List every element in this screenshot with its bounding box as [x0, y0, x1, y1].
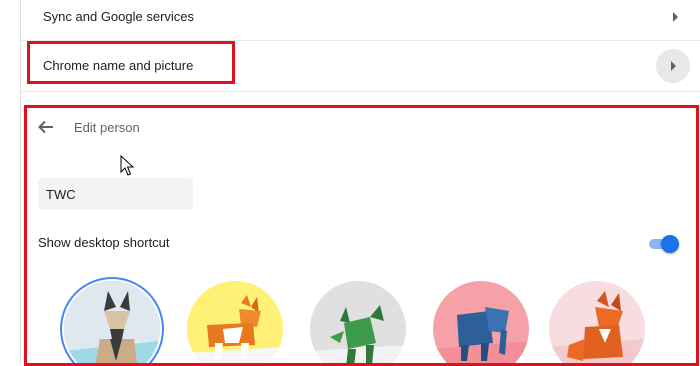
- origami-fox-icon: [549, 281, 645, 363]
- show-desktop-shortcut-label: Show desktop shortcut: [38, 235, 170, 250]
- edit-person-title: Edit person: [74, 120, 140, 135]
- mouse-pointer-icon: [120, 155, 134, 176]
- sync-and-google-services-row[interactable]: Sync and Google services: [21, 0, 700, 41]
- chevron-right-icon: [671, 61, 676, 71]
- origami-corgi-icon: [187, 281, 283, 363]
- person-name-input[interactable]: [38, 178, 193, 210]
- avatar-option-corgi[interactable]: [187, 281, 283, 363]
- expand-button[interactable]: [656, 49, 690, 83]
- name-row-label: Chrome name and picture: [43, 58, 194, 73]
- show-desktop-shortcut-toggle[interactable]: [647, 235, 679, 253]
- chrome-name-and-picture-row[interactable]: Chrome name and picture: [21, 41, 700, 92]
- avatar-option-elephant[interactable]: [433, 281, 529, 363]
- avatar-option-fox[interactable]: [549, 281, 645, 363]
- avatar-option-cat[interactable]: [64, 281, 160, 363]
- avatar-option-dragon[interactable]: [310, 281, 406, 363]
- chevron-right-icon: [673, 12, 678, 22]
- back-arrow-icon[interactable]: [37, 118, 55, 136]
- origami-elephant-icon: [433, 281, 529, 363]
- left-gutter: [0, 0, 21, 365]
- toggle-knob: [661, 235, 679, 253]
- origami-dragon-icon: [310, 281, 406, 363]
- origami-cat-icon: [64, 281, 160, 363]
- edit-person-panel: Edit person Show desktop shortcut: [24, 105, 699, 366]
- sync-row-label: Sync and Google services: [43, 9, 195, 24]
